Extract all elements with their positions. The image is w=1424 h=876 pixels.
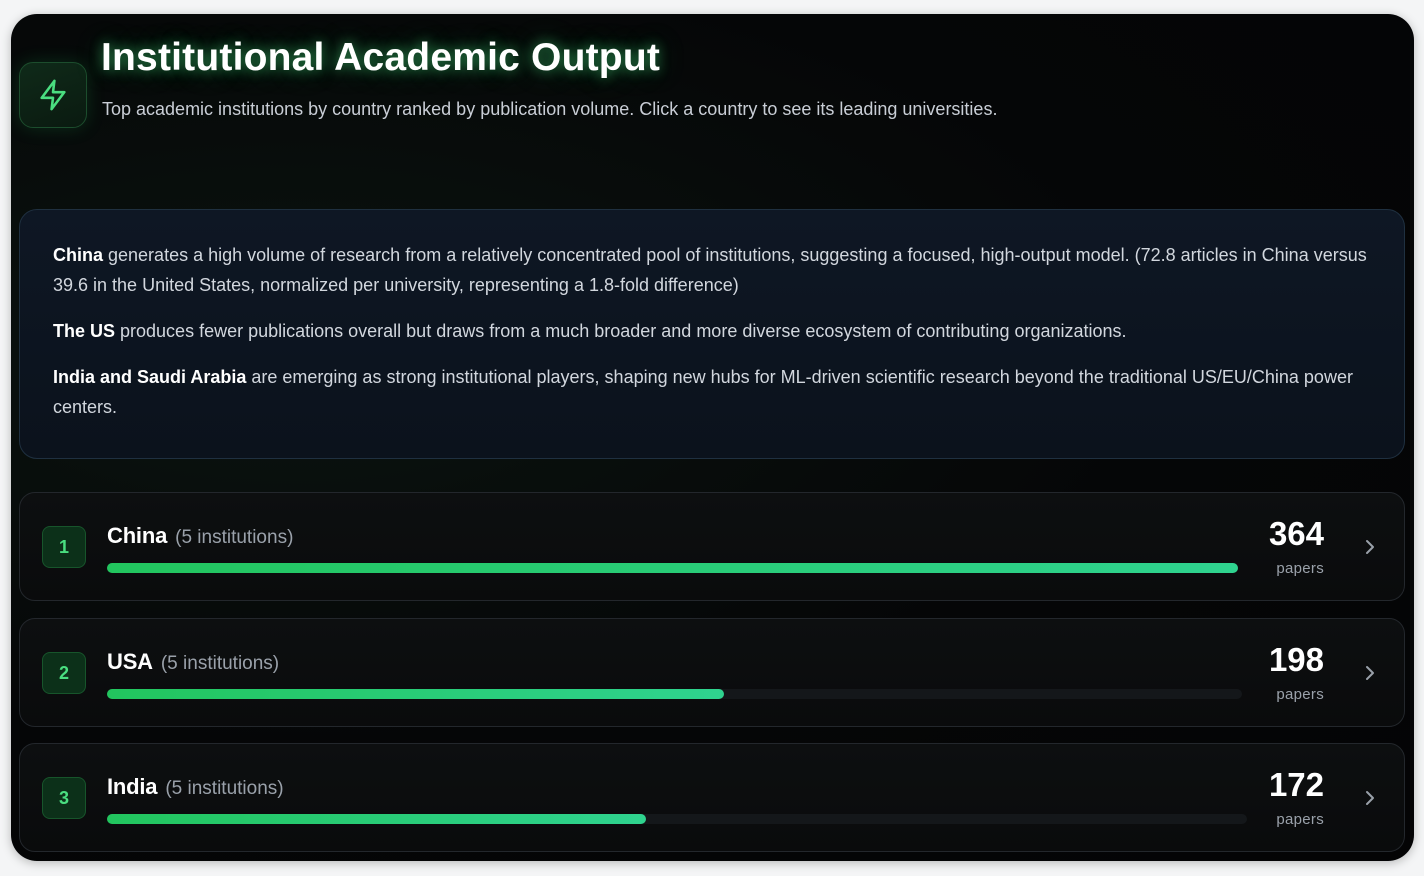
paper-unit: papers bbox=[1276, 560, 1324, 577]
paper-unit: papers bbox=[1276, 686, 1324, 703]
paper-count: 364 bbox=[1268, 515, 1324, 552]
insight-text: produces fewer publications overall but … bbox=[115, 321, 1127, 341]
rank-badge: 1 bbox=[42, 526, 86, 568]
page-subtitle: Top academic institutions by country ran… bbox=[102, 99, 998, 119]
insight-india-saudi: India and Saudi Arabia are emerging as s… bbox=[53, 362, 1372, 422]
progress-fill bbox=[107, 689, 725, 699]
paper-unit: papers bbox=[1276, 811, 1324, 828]
chevron-right-icon[interactable] bbox=[1360, 788, 1380, 808]
progress-fill bbox=[107, 563, 1238, 573]
institution-count: (5 institutions) bbox=[175, 527, 294, 548]
chevron-right-icon[interactable] bbox=[1360, 537, 1380, 557]
country-name: China bbox=[107, 523, 168, 548]
country-name: India bbox=[107, 774, 158, 799]
country-row-india[interactable]: 3 India (5 institutions) 172 papers bbox=[19, 743, 1405, 852]
paper-count: 198 bbox=[1268, 641, 1324, 678]
insight-bold: India and Saudi Arabia bbox=[53, 367, 247, 387]
app-window: Institutional Academic Output Top academ… bbox=[11, 14, 1414, 861]
insight-us: The US produces fewer publications overa… bbox=[53, 316, 1372, 346]
paper-count: 172 bbox=[1268, 766, 1324, 803]
chevron-right-icon[interactable] bbox=[1360, 663, 1380, 683]
rank-badge: 3 bbox=[42, 777, 86, 819]
progress-fill bbox=[107, 814, 647, 824]
country-row-usa[interactable]: 2 USA (5 institutions) 198 papers bbox=[19, 618, 1405, 727]
lightning-icon bbox=[19, 62, 87, 128]
country-heading: China (5 institutions) bbox=[107, 523, 293, 549]
insight-text: generates a high volume of research from… bbox=[53, 245, 1367, 295]
insight-text: are emerging as strong institutional pla… bbox=[53, 367, 1353, 417]
country-name: USA bbox=[107, 649, 153, 674]
institution-count: (5 institutions) bbox=[160, 653, 280, 674]
progress-track bbox=[107, 689, 1242, 699]
insight-bold: The US bbox=[53, 321, 116, 341]
progress-track bbox=[107, 814, 1247, 824]
insights-panel: China generates a high volume of researc… bbox=[19, 209, 1405, 459]
country-heading: India (5 institutions) bbox=[107, 774, 284, 800]
rank-badge: 2 bbox=[42, 652, 86, 694]
institution-count: (5 institutions) bbox=[165, 778, 284, 799]
progress-track bbox=[107, 563, 1238, 573]
country-row-china[interactable]: 1 China (5 institutions) 364 papers bbox=[19, 492, 1405, 601]
page-title: Institutional Academic Output bbox=[101, 36, 661, 79]
insight-bold: China bbox=[53, 245, 104, 265]
insight-china: China generates a high volume of researc… bbox=[53, 240, 1372, 300]
country-heading: USA (5 institutions) bbox=[107, 649, 279, 675]
